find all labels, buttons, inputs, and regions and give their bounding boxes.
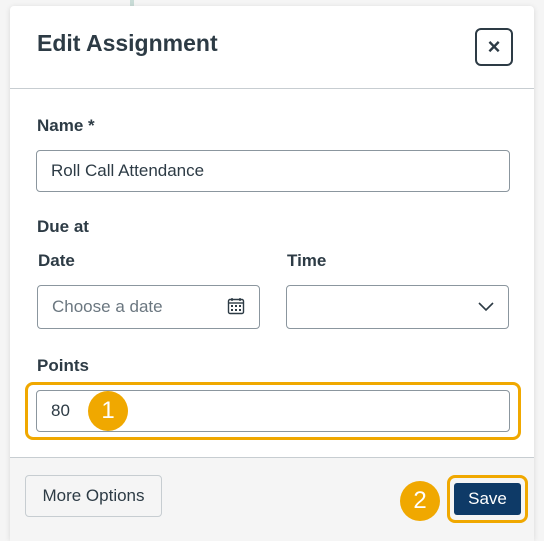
points-value: 80 (51, 401, 70, 420)
close-icon: × (487, 34, 501, 59)
date-input[interactable]: Choose a date (37, 285, 260, 329)
step-1-badge: 1 (88, 391, 128, 431)
edit-assignment-dialog: Edit Assignment × Name * Roll Call Atten… (10, 6, 534, 541)
time-select[interactable] (286, 285, 509, 329)
name-field[interactable]: Roll Call Attendance (36, 150, 510, 192)
name-value: Roll Call Attendance (51, 161, 205, 180)
due-at-label: Due at (37, 217, 89, 236)
more-options-button[interactable]: More Options (25, 475, 162, 517)
date-placeholder: Choose a date (52, 297, 163, 316)
calendar-icon[interactable] (227, 297, 245, 315)
save-button[interactable]: Save (454, 483, 521, 515)
dialog-footer: More Options Save 2 (10, 457, 534, 541)
name-label: Name * (37, 116, 95, 135)
dialog-title: Edit Assignment (37, 30, 218, 56)
chevron-down-icon (478, 302, 494, 312)
close-button[interactable]: × (475, 28, 513, 66)
dialog-header: Edit Assignment × (10, 6, 534, 89)
date-label: Date (38, 251, 75, 270)
time-label: Time (287, 251, 327, 270)
step-2-badge: 2 (400, 481, 440, 521)
points-label: Points (37, 356, 89, 375)
